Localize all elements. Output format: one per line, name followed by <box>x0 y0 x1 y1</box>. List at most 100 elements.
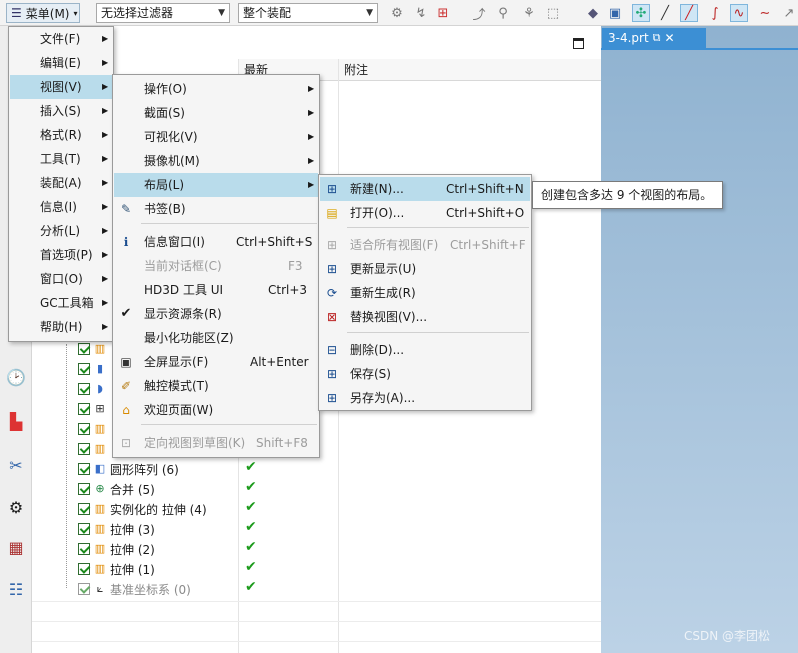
close-icon[interactable]: ✕ <box>665 31 675 45</box>
snap-vertex-icon[interactable]: ⚘ <box>520 4 538 22</box>
menu-item-section[interactable]: 截面(S) ▶ <box>114 101 318 125</box>
rectangle-select-icon[interactable]: ⬚ <box>544 4 562 22</box>
tab-menu-icon[interactable]: ⧉ <box>653 31 661 45</box>
menu-item-update-display[interactable]: ⊞ 更新显示(U) <box>320 257 530 281</box>
visibility-checkbox[interactable] <box>78 463 90 475</box>
menu-item-save-layout[interactable]: ⊞ 保存(S) <box>320 362 530 386</box>
menu-item-orient-view-to-sketch[interactable]: ⊡ 定向视图到草图(K) Shift+F8 <box>114 431 318 455</box>
menu-item-file[interactable]: 文件(F) ▶ <box>10 27 112 51</box>
solid-body-icon[interactable]: ◆ <box>584 4 602 22</box>
menu-item-bookmark[interactable]: ✎ 书签(B) <box>114 197 318 221</box>
menu-item-regenerate[interactable]: ⟳ 重新生成(R) <box>320 281 530 305</box>
line-icon[interactable]: ╱ <box>656 4 674 22</box>
menu-item-tools[interactable]: 工具(T) ▶ <box>10 147 112 171</box>
process-studio-icon[interactable]: ✂ <box>5 454 27 476</box>
menu-item-edit[interactable]: 编辑(E) ▶ <box>10 51 112 75</box>
menu-item-window[interactable]: 窗口(O) ▶ <box>10 267 112 291</box>
extrude-icon: ▥ <box>94 442 106 455</box>
menu-item-gc-toolkit[interactable]: GC工具箱 ▶ <box>10 291 112 315</box>
point-on-line-icon[interactable]: ╱ <box>680 4 698 22</box>
snap-point-icon[interactable]: ⊞ <box>434 4 452 22</box>
tree-row[interactable]: ◗ <box>78 379 107 399</box>
spline-icon[interactable]: ∼ <box>756 4 774 22</box>
menu-item-current-dialog[interactable]: 当前对话框(C) F3 <box>114 254 318 278</box>
visibility-checkbox[interactable] <box>78 543 90 555</box>
menu-item-information[interactable]: 信息(I) ▶ <box>10 195 112 219</box>
roles-icon[interactable]: ☷ <box>5 578 27 600</box>
menu-item-full-screen[interactable]: ▣ 全屏显示(F) Alt+Enter <box>114 350 318 374</box>
menu-item-label: 显示资源条(R) <box>144 307 222 321</box>
visibility-checkbox[interactable] <box>78 423 90 435</box>
tab-part-file[interactable]: 3-4.prt ⧉ ✕ <box>602 28 706 48</box>
select-features-icon[interactable]: ⚙ <box>388 4 406 22</box>
selection-filter-combo[interactable]: 无选择过滤器 ▼ <box>96 3 230 23</box>
menu-item-info-window[interactable]: ℹ 信息窗口(I) Ctrl+Shift+S <box>114 230 318 254</box>
visualization-icon[interactable]: ▙ <box>5 410 27 432</box>
menu-item-new-layout[interactable]: ⊞ 新建(N)... Ctrl+Shift+N <box>320 177 530 201</box>
menu-item-label: 首选项(P) <box>40 248 93 262</box>
menu-item-preferences[interactable]: 首选项(P) ▶ <box>10 243 112 267</box>
spline-points-icon[interactable]: ∿ <box>730 4 748 22</box>
menu-item-welcome-page[interactable]: ⌂ 欢迎页面(W) <box>114 398 318 422</box>
restore-window-icon[interactable] <box>573 38 584 49</box>
extrude-icon: ▥ <box>94 562 106 575</box>
tree-row[interactable]: ⟀ 基准坐标系 (0) <box>78 579 191 599</box>
snap-edge-icon[interactable]: ⚲ <box>494 4 512 22</box>
tree-row[interactable]: ⊕ 合并 (5) <box>78 479 155 499</box>
history-clock-icon[interactable]: 🕑 <box>5 366 27 388</box>
tree-row[interactable]: ⊞ <box>78 399 107 419</box>
menu-item-save-layout-as[interactable]: ⊞ 另存为(A)... <box>320 386 530 410</box>
tree-row[interactable]: ▥ 拉伸 (3) <box>78 519 155 539</box>
graphics-window[interactable] <box>601 26 798 653</box>
visibility-checkbox[interactable] <box>78 563 90 575</box>
point-on-curve-icon[interactable]: ✣ <box>632 4 650 22</box>
menu-item-help[interactable]: 帮助(H) ▶ <box>10 315 112 339</box>
visibility-checkbox[interactable] <box>78 503 90 515</box>
tree-row[interactable]: ▥ <box>78 339 107 359</box>
scope-combo[interactable]: 整个装配 ▼ <box>238 3 378 23</box>
visibility-checkbox[interactable] <box>78 343 90 355</box>
up-to-date-check-icon: ✔ <box>245 459 257 475</box>
tree-row[interactable]: ▥ 实例化的 拉伸 (4) <box>78 499 207 519</box>
menu-button[interactable]: ☰ 菜单(M) ▾ <box>6 3 80 23</box>
menu-item-operation[interactable]: 操作(O) ▶ <box>114 77 318 101</box>
web-browser-icon[interactable]: ▦ <box>5 536 27 558</box>
visibility-checkbox[interactable] <box>78 403 90 415</box>
menu-item-delete-layout[interactable]: ⊟ 删除(D)... <box>320 338 530 362</box>
submenu-arrow-icon: ▶ <box>308 84 315 93</box>
menu-item-visualization[interactable]: 可视化(V) ▶ <box>114 125 318 149</box>
visibility-checkbox[interactable] <box>78 363 90 375</box>
menu-item-view[interactable]: 视图(V) ▶ <box>10 75 112 99</box>
menu-item-fit-all-views[interactable]: ⊞ 适合所有视图(F) Ctrl+Shift+F <box>320 233 530 257</box>
snap-curve-icon[interactable]: ⤴ <box>470 4 488 23</box>
menu-item-touch-mode[interactable]: ✐ 触控模式(T) <box>114 374 318 398</box>
menu-item-analysis[interactable]: 分析(L) ▶ <box>10 219 112 243</box>
cube-icon[interactable]: ▣ <box>606 4 624 22</box>
visibility-checkbox[interactable] <box>78 383 90 395</box>
menu-item-replace-view[interactable]: ⊠ 替换视图(V)... <box>320 305 530 329</box>
reuse-library-icon[interactable]: ⚙ <box>5 496 27 518</box>
tree-row[interactable]: ▮ <box>78 359 107 379</box>
menu-item-show-resource-bar[interactable]: ✔ 显示资源条(R) <box>114 302 318 326</box>
visibility-checkbox[interactable] <box>78 523 90 535</box>
menu-item-camera[interactable]: 摄像机(M) ▶ <box>114 149 318 173</box>
visibility-checkbox[interactable] <box>78 483 90 495</box>
menu-item-open-layout[interactable]: ▤ 打开(O)... Ctrl+Shift+O <box>320 201 530 225</box>
tree-row[interactable]: ◧ 圆形阵列 (6) <box>78 459 179 479</box>
tree-row[interactable]: ▥ 拉伸 (1) <box>78 559 155 579</box>
menu-item-insert[interactable]: 插入(S) ▶ <box>10 99 112 123</box>
visibility-checkbox[interactable] <box>78 443 90 455</box>
column-notes[interactable]: 附注 <box>338 59 601 81</box>
menu-item-hd3d-tools[interactable]: HD3D 工具 UI Ctrl+3 <box>114 278 318 302</box>
curve-icon[interactable]: ∫ <box>706 4 724 22</box>
menu-item-layout[interactable]: 布局(L) ▶ <box>114 173 318 197</box>
tree-row[interactable]: ▥ 拉伸 (2) <box>78 539 155 559</box>
tree-row[interactable]: ▥ <box>78 419 107 439</box>
more-icon[interactable]: ↗ <box>780 4 798 22</box>
menu-item-minimize-ribbon[interactable]: 最小化功能区(Z) <box>114 326 318 350</box>
menu-item-format[interactable]: 格式(R) ▶ <box>10 123 112 147</box>
select-faces-icon[interactable]: ↯ <box>412 4 430 22</box>
tree-row[interactable]: ▥ <box>78 439 107 459</box>
menu-item-assembly[interactable]: 装配(A) ▶ <box>10 171 112 195</box>
visibility-checkbox[interactable] <box>78 583 90 595</box>
